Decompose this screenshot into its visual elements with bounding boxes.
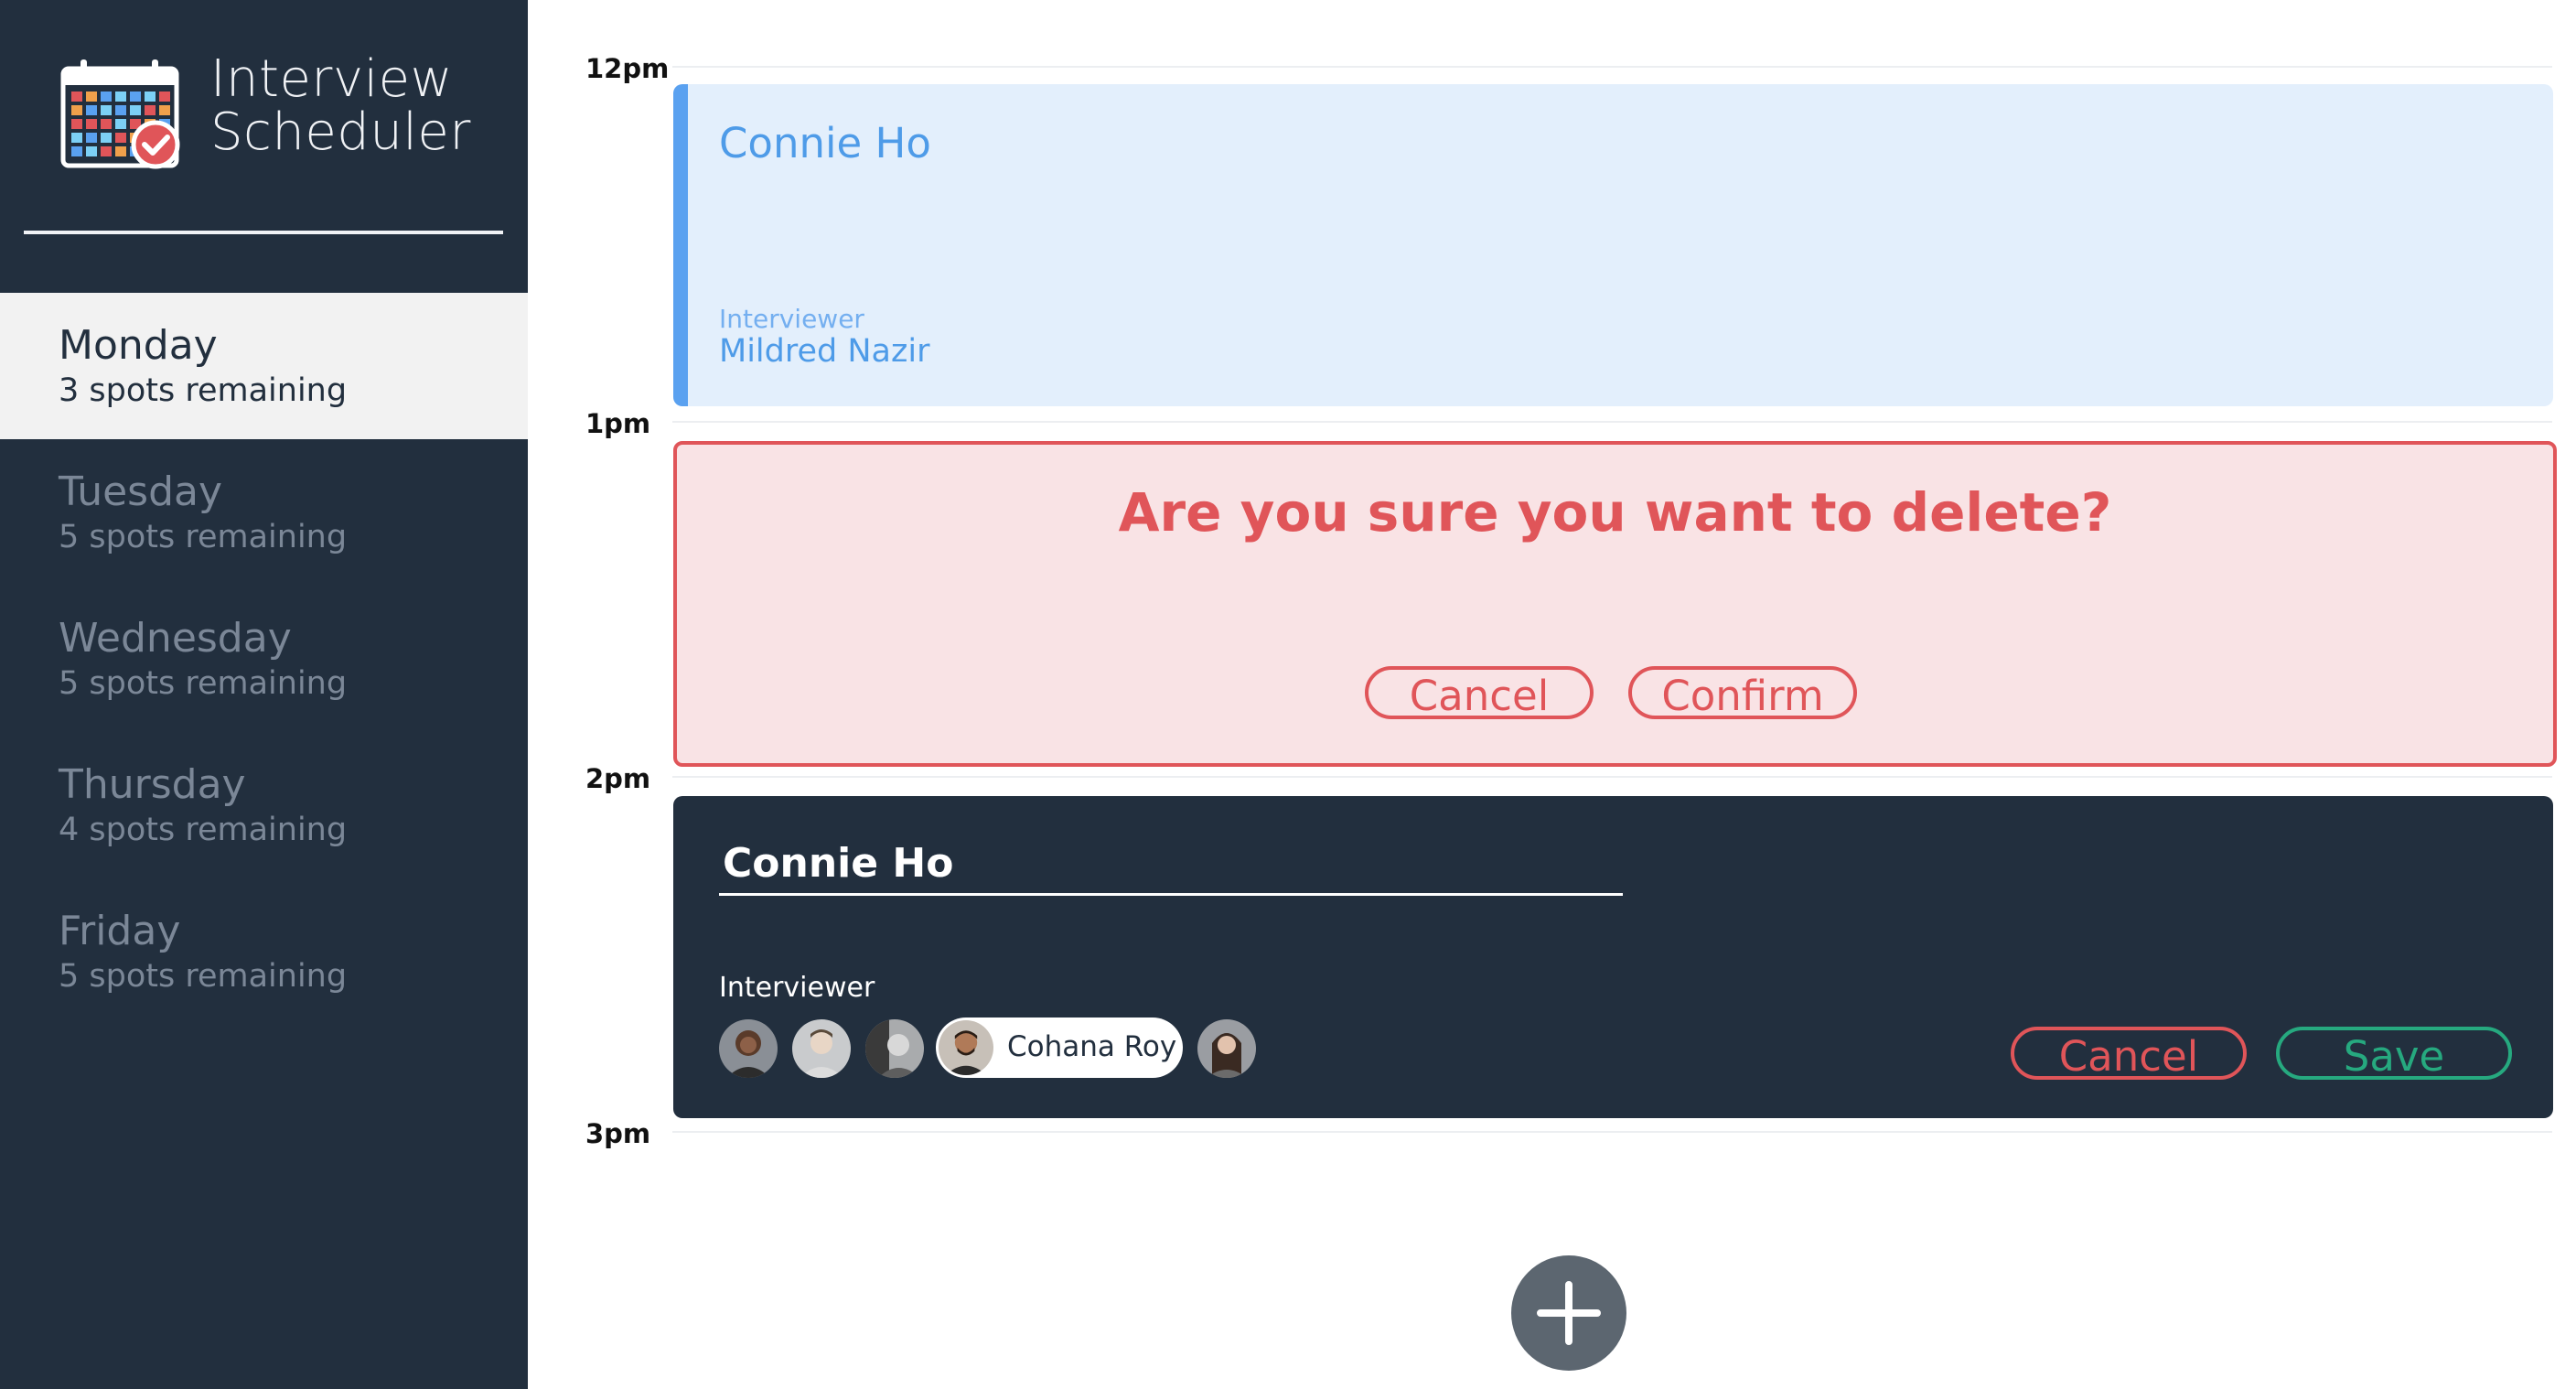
avatar-image bbox=[792, 1019, 851, 1078]
confirm-button[interactable]: Confirm bbox=[1628, 666, 1857, 720]
interviewer-avatar[interactable] bbox=[1197, 1019, 1256, 1078]
interviewer-name: Mildred Nazir bbox=[719, 333, 930, 370]
avatar-image bbox=[1197, 1019, 1256, 1078]
hour-line bbox=[672, 66, 2552, 68]
student-name-input[interactable] bbox=[719, 833, 1623, 896]
hour-line bbox=[672, 421, 2552, 423]
plus-icon bbox=[1537, 1281, 1601, 1345]
app-title-line1: Interview bbox=[210, 49, 453, 109]
appointment-card[interactable]: Connie Ho Interviewer Mildred Nazir bbox=[673, 84, 2553, 406]
cancel-button[interactable]: Cancel bbox=[1365, 666, 1594, 720]
interviewer-avatar[interactable] bbox=[719, 1019, 778, 1078]
day-name: Friday bbox=[59, 908, 181, 954]
interviewer-label: Interviewer bbox=[719, 972, 875, 1004]
interviewer-avatar[interactable] bbox=[865, 1019, 924, 1078]
day-item-tuesday[interactable]: Tuesday 5 spots remaining bbox=[0, 439, 528, 586]
time-label-3pm: 3pm bbox=[585, 1118, 651, 1149]
student-name: Connie Ho bbox=[719, 119, 931, 167]
day-spots: 5 spots remaining bbox=[59, 665, 348, 702]
avatar-image bbox=[719, 1019, 778, 1078]
selected-interviewer[interactable]: Cohana Roy bbox=[936, 1018, 1183, 1078]
save-button[interactable]: Save bbox=[2276, 1027, 2512, 1081]
appointment-accent-bar bbox=[673, 84, 688, 406]
confirm-message: Are you sure you want to delete? bbox=[1118, 481, 2112, 544]
time-label-12pm: 12pm bbox=[585, 53, 670, 84]
hour-line bbox=[672, 776, 2552, 778]
appointment-form: Interviewer bbox=[673, 796, 2553, 1118]
hour-line bbox=[672, 1131, 2552, 1133]
interviewer-label: Interviewer bbox=[719, 304, 864, 334]
day-spots: 5 spots remaining bbox=[59, 958, 348, 995]
day-name: Monday bbox=[59, 322, 218, 369]
app-title: Interview Scheduler bbox=[210, 53, 471, 159]
day-spots: 5 spots remaining bbox=[59, 519, 348, 555]
day-name: Thursday bbox=[59, 761, 246, 808]
selected-interviewer-name: Cohana Roy bbox=[1007, 1030, 1177, 1063]
add-appointment-button[interactable] bbox=[1511, 1255, 1626, 1371]
day-item-friday[interactable]: Friday 5 spots remaining bbox=[0, 878, 528, 1025]
sidebar: Interview Scheduler Monday 3 spots remai… bbox=[0, 0, 528, 1389]
form-cancel-button[interactable]: Cancel bbox=[2011, 1027, 2247, 1081]
time-label-1pm: 1pm bbox=[585, 408, 651, 439]
sidebar-divider bbox=[24, 231, 503, 234]
day-item-wednesday[interactable]: Wednesday 5 spots remaining bbox=[0, 586, 528, 732]
calendar-check-icon bbox=[60, 59, 180, 169]
day-spots: 4 spots remaining bbox=[59, 812, 348, 848]
delete-confirmation: Are you sure you want to delete? Cancel … bbox=[673, 441, 2557, 767]
avatar-image bbox=[865, 1019, 924, 1078]
avatar-image bbox=[939, 1020, 993, 1075]
day-list: Monday 3 spots remaining Tuesday 5 spots… bbox=[0, 293, 528, 1025]
day-item-thursday[interactable]: Thursday 4 spots remaining bbox=[0, 732, 528, 878]
day-spots: 3 spots remaining bbox=[59, 372, 348, 409]
app-title-line2: Scheduler bbox=[210, 102, 471, 162]
day-item-monday[interactable]: Monday 3 spots remaining bbox=[0, 293, 528, 439]
interviewer-avatar bbox=[939, 1020, 993, 1075]
time-label-2pm: 2pm bbox=[585, 763, 651, 794]
day-name: Wednesday bbox=[59, 615, 292, 662]
interviewer-avatar[interactable] bbox=[792, 1019, 851, 1078]
day-name: Tuesday bbox=[59, 468, 223, 515]
